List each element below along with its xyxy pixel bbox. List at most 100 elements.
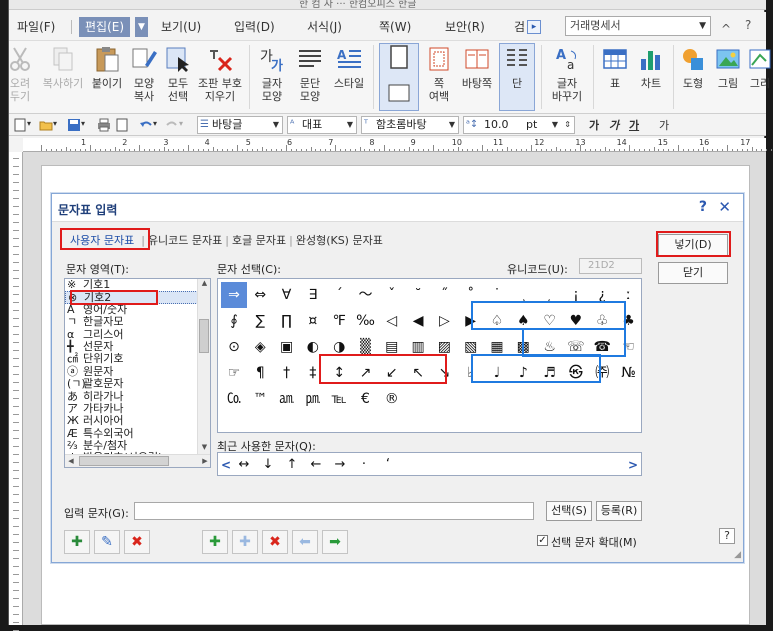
new-dropdown-icon[interactable]: ▾: [27, 119, 31, 128]
help-icon[interactable]: ?: [745, 18, 751, 32]
char-cell[interactable]: ∀: [274, 282, 300, 308]
scroll-thumb[interactable]: [79, 456, 169, 466]
scroll-up-icon[interactable]: ▲: [198, 279, 210, 291]
recent-char[interactable]: ‘: [376, 455, 400, 475]
font-size-select[interactable]: ᵃ↕ 10.0 pt ▼ ⇕: [463, 116, 575, 134]
style-select[interactable]: ☰ 바탕글 ▼: [197, 116, 283, 134]
char-cell[interactable]: †: [274, 360, 300, 386]
redo-icon[interactable]: [165, 118, 179, 132]
char-cell[interactable]: ⊙: [221, 334, 247, 360]
list-vertical-scrollbar[interactable]: ▲ ▼: [197, 279, 210, 455]
tab-ks-chars[interactable]: 완성형(KS) 문자표: [296, 232, 383, 248]
clear-codes-button[interactable]: 조판 부호 지우기: [195, 41, 245, 115]
menu-view[interactable]: 보기(U): [161, 18, 201, 36]
recent-char[interactable]: ↑: [280, 455, 304, 475]
char-cell[interactable]: ㏘: [300, 386, 326, 412]
select-button[interactable]: 선택(S): [546, 501, 592, 521]
menu-review[interactable]: 검: [514, 18, 525, 36]
font-select[interactable]: ᵀ 함초롬바탕 ▼: [361, 116, 459, 134]
menu-insert[interactable]: 입력(D): [234, 18, 275, 36]
underline-button[interactable]: 가: [629, 117, 639, 133]
undo-dropdown-icon[interactable]: ▾: [153, 119, 157, 128]
picture-button[interactable]: 그림: [711, 41, 745, 115]
redo-dropdown-icon[interactable]: ▾: [179, 119, 183, 128]
char-cell[interactable]: ∮: [221, 308, 247, 334]
more-format-button[interactable]: 가: [659, 117, 669, 133]
menu-file[interactable]: 파일(F): [17, 18, 55, 36]
char-cell[interactable]: ∃: [300, 282, 326, 308]
scroll-right-icon[interactable]: ▶: [199, 455, 210, 467]
char-cell[interactable]: ´: [326, 282, 352, 308]
char-cell[interactable]: ⇒: [221, 282, 247, 308]
dialog-help-icon[interactable]: ?: [699, 199, 707, 215]
print-preview-icon[interactable]: [115, 118, 129, 132]
recent-next-icon[interactable]: >: [627, 455, 639, 475]
menu-security[interactable]: 보안(R): [445, 18, 485, 36]
open-folder-icon[interactable]: [39, 118, 53, 132]
shape-button[interactable]: 도형: [675, 41, 711, 115]
enlarge-checkbox[interactable]: ✓: [537, 535, 548, 546]
format-painter-button[interactable]: 모양 복사: [127, 41, 161, 115]
bottom-help-button[interactable]: ?: [719, 528, 735, 544]
collapse-ribbon-icon[interactable]: ^: [721, 22, 731, 36]
recent-char[interactable]: →: [328, 455, 352, 475]
char-cell[interactable]: ⇔: [247, 282, 273, 308]
char-cell[interactable]: ☞: [221, 360, 247, 386]
char-cell[interactable]: ®: [379, 386, 405, 412]
char-cell[interactable]: ∑: [247, 308, 273, 334]
char-cell[interactable]: ˘: [405, 282, 431, 308]
char-area-list[interactable]: ※ 기호1 ⊗ 기호2 A 영어/숫자 ㄱ 한글자모 α 그리스어 ╋ 선문자 ㎠ 단위기호 ⓐ 원문자 (ㄱ)…: [64, 278, 211, 468]
spin-icon[interactable]: ⇕: [564, 117, 571, 133]
unicode-input[interactable]: 21D2: [579, 258, 642, 274]
char-cell[interactable]: ℡: [326, 386, 352, 412]
dialog-close-icon[interactable]: ✕: [718, 198, 731, 216]
scroll-thumb[interactable]: [199, 319, 209, 353]
char-cell[interactable]: ▷: [431, 308, 457, 334]
char-cell[interactable]: ◁: [379, 308, 405, 334]
save-dropdown-icon[interactable]: ▾: [81, 119, 85, 128]
input-char-field[interactable]: [134, 502, 534, 520]
char-cell[interactable]: €: [353, 386, 379, 412]
list-horizontal-scrollbar[interactable]: ◀ ▶: [65, 454, 210, 467]
char-cell[interactable]: ™: [247, 386, 273, 412]
char-cell[interactable]: ˝: [431, 282, 457, 308]
recent-prev-icon[interactable]: <: [220, 455, 232, 475]
char-cell[interactable]: №: [616, 360, 642, 386]
char-cell[interactable]: ‰: [353, 308, 379, 334]
italic-button[interactable]: 가: [609, 117, 619, 133]
paste-button[interactable]: 붙이기: [89, 41, 125, 115]
char-cell[interactable]: ∏: [274, 308, 300, 334]
char-cell[interactable]: ◀: [405, 308, 431, 334]
draw-button[interactable]: 그리: [745, 41, 773, 115]
copy-button[interactable]: 복사하기: [39, 41, 87, 115]
style-button[interactable]: A 스타일: [329, 41, 369, 115]
recent-char[interactable]: ↓: [256, 455, 280, 475]
tab-hangul-chars[interactable]: 호글 문자표: [232, 232, 286, 248]
edit-char-button[interactable]: ✎: [94, 530, 120, 554]
char-cell[interactable]: ㏂: [274, 386, 300, 412]
char-cell[interactable]: ¶: [247, 360, 273, 386]
page-button[interactable]: [377, 41, 421, 115]
cut-button[interactable]: 오려 두기: [3, 41, 37, 115]
menu-more-icon[interactable]: ▸: [527, 20, 541, 34]
recent-chars[interactable]: < > ↔ ↓ ↑ ← → · ‘: [217, 452, 642, 476]
char-cell[interactable]: ¤: [300, 308, 326, 334]
char-cell[interactable]: ℉: [326, 308, 352, 334]
scroll-left-icon[interactable]: ◀: [65, 455, 77, 467]
save-icon[interactable]: [67, 118, 81, 132]
para-shape-button[interactable]: 문단 모양: [291, 41, 329, 115]
new-document-icon[interactable]: [13, 118, 27, 132]
menu-page[interactable]: 쪽(W): [379, 18, 411, 36]
add-char-button[interactable]: ✚: [64, 530, 90, 554]
char-cell[interactable]: ◈: [247, 334, 273, 360]
replace-char-button[interactable]: Aa 글자 바꾸기: [545, 41, 589, 115]
recent-char[interactable]: ←: [304, 455, 328, 475]
recent-char[interactable]: ·: [352, 455, 376, 475]
master-page-button[interactable]: 바탕쪽: [457, 41, 497, 115]
select-all-button[interactable]: 모두 선택: [161, 41, 195, 115]
undo-icon[interactable]: [139, 118, 153, 132]
document-type-select[interactable]: 거래명세서 ▼: [565, 16, 711, 36]
chart-button[interactable]: 차트: [633, 41, 669, 115]
char-cell[interactable]: ▣: [274, 334, 300, 360]
register-button[interactable]: 등록(R): [596, 501, 642, 521]
